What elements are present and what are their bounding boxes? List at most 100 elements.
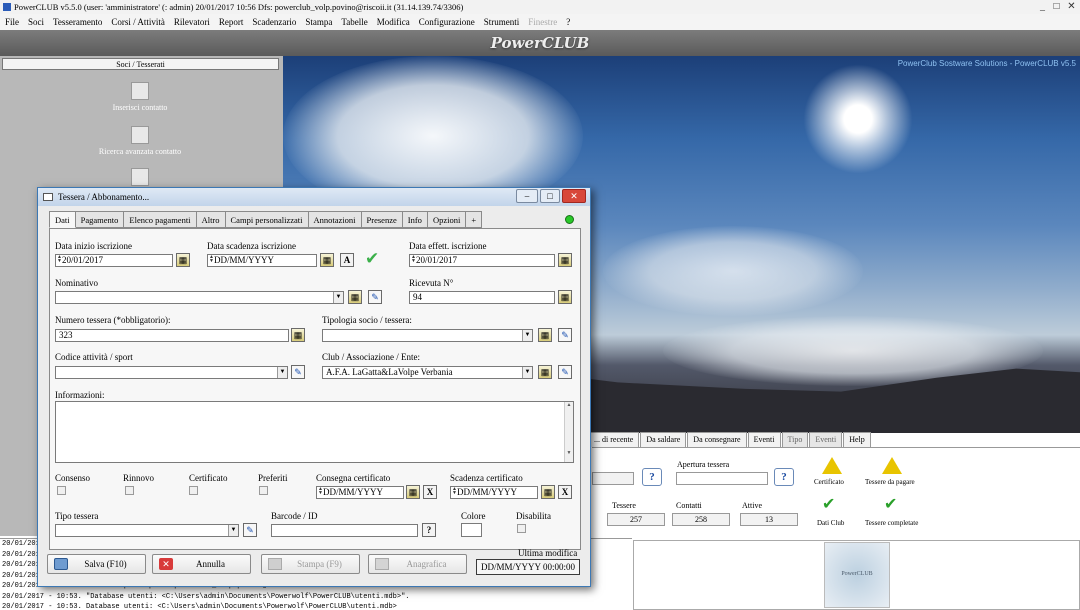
tab-elenco-pagamenti[interactable]: Elenco pagamenti [124, 211, 197, 228]
help-icon[interactable]: ? [774, 468, 794, 486]
tab-add[interactable]: + [466, 211, 483, 228]
data-scadenza-field[interactable]: ▲ ▼ DD/MM/YYYY [207, 254, 317, 267]
clear-scadenza-button[interactable]: X [558, 485, 572, 499]
menu-item-strumenti[interactable]: Strumenti [484, 14, 520, 30]
consenso-checkbox[interactable] [57, 486, 66, 495]
disabilita-checkbox[interactable] [517, 524, 526, 533]
club-combo[interactable]: A.F.A. LaGatta&LaVolpe Verbania ▼ [322, 366, 533, 379]
dashboard-tab[interactable]: Eventi [747, 432, 781, 447]
warning-icon[interactable] [882, 457, 902, 474]
dashboard-tab[interactable]: Help [843, 432, 871, 447]
color-picker[interactable] [461, 523, 482, 537]
dialog-minimize-button[interactable]: – [516, 189, 538, 203]
nominativo-combo[interactable]: ▼ [55, 291, 344, 304]
menu-item-stampa[interactable]: Stampa [305, 14, 332, 30]
tab-info[interactable]: Info [402, 211, 428, 228]
codice-attivita-combo[interactable]: ▼ [55, 366, 288, 379]
tipo-tessera-combo[interactable]: ▼ [55, 524, 239, 537]
preferiti-checkbox[interactable] [259, 486, 268, 495]
tab-annotazioni[interactable]: Annotazioni [308, 211, 362, 228]
menu-item-report[interactable]: Report [219, 14, 244, 30]
check-icon[interactable]: ✔ [884, 497, 897, 513]
edit-icon[interactable]: ✎ [368, 290, 382, 304]
tab-opzioni[interactable]: Opzioni [427, 211, 467, 228]
dashboard-tab[interactable]: Da consegnare [687, 432, 747, 447]
anagrafica-button[interactable]: Anagrafica [368, 554, 467, 574]
tab-pagamento[interactable]: Pagamento [75, 211, 125, 228]
consegna-cert-field[interactable]: ▲ ▼ DD/MM/YYYY [316, 486, 404, 499]
scrollbar[interactable]: ▲ ▼ [564, 402, 573, 462]
data-inizio-field[interactable]: ▲ ▼ 20/01/2017 [55, 254, 173, 267]
chevron-down-icon[interactable]: ▼ [333, 292, 343, 303]
rinnovo-checkbox[interactable] [125, 486, 134, 495]
calendar-icon[interactable]: ▦ [558, 253, 572, 267]
edit-icon[interactable]: ✎ [243, 523, 257, 537]
clear-consegna-button[interactable]: X [423, 485, 437, 499]
menu-item-[interactable]: ? [566, 14, 570, 30]
nav-insert-contact[interactable]: Inserisci contatto [40, 82, 240, 112]
calendar-icon[interactable]: ▦ [291, 328, 305, 342]
menu-item-tabelle[interactable]: Tabelle [341, 14, 367, 30]
minimize-button[interactable]: _ [1036, 1, 1049, 12]
edit-icon[interactable]: ✎ [558, 365, 572, 379]
ricevuta-field[interactable]: 94 [409, 291, 555, 304]
calendar-icon[interactable]: ▦ [406, 485, 420, 499]
tipologia-combo[interactable]: ▼ [322, 329, 533, 342]
dialog-close-button[interactable]: ✕ [562, 189, 586, 203]
maximize-button[interactable]: □ [1050, 1, 1063, 12]
dashboard-tab[interactable]: Eventi [809, 432, 843, 447]
tab-campi-personalizzati[interactable]: Campi personalizzati [225, 211, 309, 228]
tab-altro[interactable]: Altro [196, 211, 226, 228]
certificato-checkbox[interactable] [189, 486, 198, 495]
nav-more[interactable] [40, 168, 240, 189]
tab-dati[interactable]: Dati [49, 211, 76, 228]
calendar-icon[interactable]: ▦ [538, 328, 552, 342]
calendar-icon[interactable]: ▦ [348, 290, 362, 304]
numero-tessera-field[interactable]: 323 [55, 329, 289, 342]
print-button[interactable]: Stampa (F9) [261, 554, 360, 574]
tessere-count: 257 [607, 513, 665, 526]
calendar-icon[interactable]: ▦ [558, 290, 572, 304]
chevron-down-icon[interactable]: ▼ [522, 330, 532, 341]
data-effett-field[interactable]: ▲ ▼ 20/01/2017 [409, 254, 555, 267]
attive-count: 13 [740, 513, 798, 526]
save-button[interactable]: Salva (F10) [47, 554, 146, 574]
cancel-button[interactable]: ✕ Annulla [152, 554, 251, 574]
menu-item-tesseramento[interactable]: Tesseramento [53, 14, 102, 30]
dashboard-tab[interactable]: ... di recente [588, 432, 640, 447]
dashboard-field[interactable] [592, 472, 634, 485]
help-icon[interactable]: ? [642, 468, 662, 486]
preferiti-label: Preferiti [258, 473, 288, 483]
chevron-down-icon[interactable]: ▼ [228, 525, 238, 536]
apertura-field[interactable] [676, 472, 768, 485]
warning-icon[interactable] [822, 457, 842, 474]
menu-item-corsi-attivit[interactable]: Corsi / Attività [111, 14, 165, 30]
menu-item-rilevatori[interactable]: Rilevatori [174, 14, 210, 30]
edit-icon[interactable]: ✎ [291, 365, 305, 379]
calendar-icon[interactable]: ▦ [176, 253, 190, 267]
barcode-help-button[interactable]: ? [422, 523, 436, 537]
dashboard-tab[interactable]: Da saldare [640, 432, 687, 447]
close-button[interactable]: ✕ [1065, 1, 1078, 12]
scadenza-cert-field[interactable]: ▲ ▼ DD/MM/YYYY [450, 486, 538, 499]
edit-icon[interactable]: ✎ [558, 328, 572, 342]
calendar-icon[interactable]: ▦ [538, 365, 552, 379]
menu-item-file[interactable]: File [5, 14, 19, 30]
menu-item-modifica[interactable]: Modifica [377, 14, 410, 30]
auto-date-button[interactable]: A [340, 253, 354, 267]
nav-advanced-search[interactable]: Ricerca avanzata contatto [40, 126, 240, 156]
dialog-maximize-button[interactable]: □ [540, 189, 560, 203]
calendar-icon[interactable]: ▦ [320, 253, 334, 267]
check-icon[interactable]: ✔ [822, 497, 835, 513]
chevron-down-icon[interactable]: ▼ [522, 367, 532, 378]
menu-item-soci[interactable]: Soci [28, 14, 44, 30]
menu-item-scadenzario[interactable]: Scadenzario [252, 14, 296, 30]
menu-item-configurazione[interactable]: Configurazione [419, 14, 475, 30]
dashboard-tab[interactable]: Tipo [781, 432, 809, 447]
dialog-title-bar[interactable]: Tessera / Abbonamento... [38, 188, 590, 206]
informazioni-textarea[interactable]: ▲ ▼ [55, 401, 574, 463]
chevron-down-icon[interactable]: ▼ [277, 367, 287, 378]
tab-presenze[interactable]: Presenze [361, 211, 403, 228]
barcode-field[interactable] [271, 524, 418, 537]
calendar-icon[interactable]: ▦ [541, 485, 555, 499]
